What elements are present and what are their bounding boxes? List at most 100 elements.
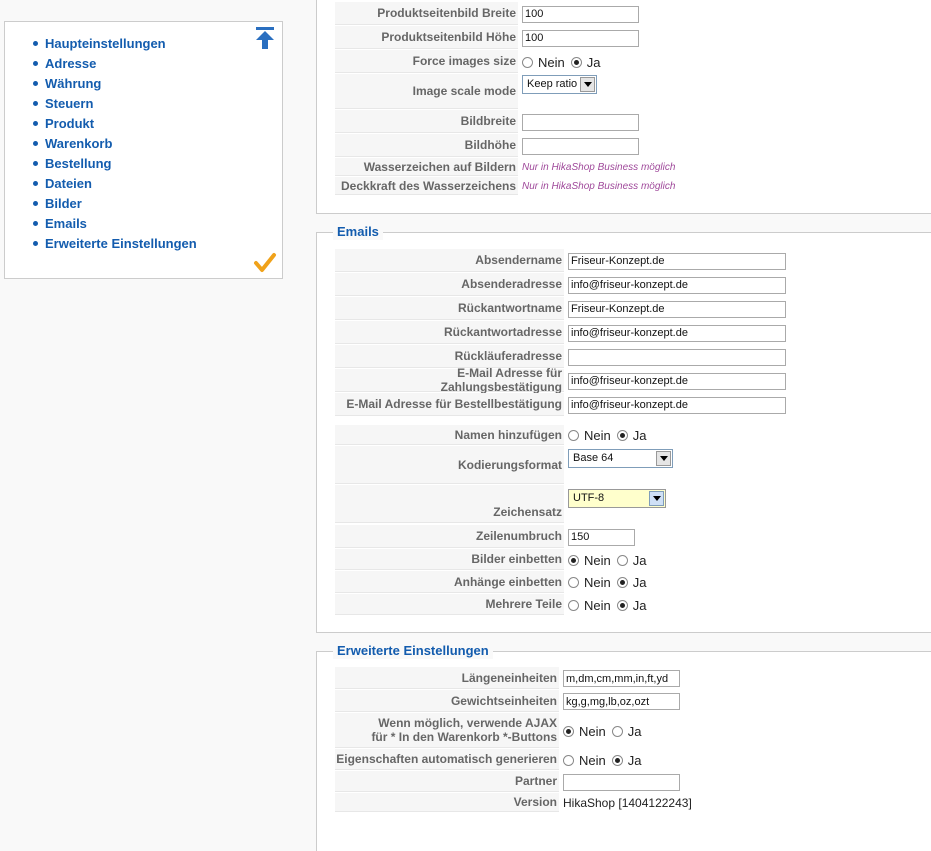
image-height-input[interactable] [522, 137, 639, 155]
field-label: Produktseitenbild Höhe [335, 26, 518, 49]
multiple-parts-yes-radio[interactable]: Ja [616, 598, 646, 613]
radio-label: Nein [579, 723, 606, 739]
row-product-height: Produktseitenbild Höhe [335, 26, 931, 50]
row-order-notification: E-Mail Adresse für Bestellbestätigung [335, 393, 931, 417]
weight-units-input[interactable] [563, 693, 680, 710]
product-height-input[interactable] [522, 29, 639, 47]
embed-attachments-yes-radio[interactable]: Ja [616, 575, 647, 590]
word-wrap-input[interactable] [568, 528, 635, 546]
embed-images-yes-radio[interactable]: Ja [616, 552, 647, 568]
menu-item-waehrung[interactable]: Währung [33, 75, 197, 95]
row-image-width: Bildbreite [335, 110, 931, 134]
charset-select[interactable]: UTF-8 [568, 489, 666, 508]
menu-link[interactable]: Warenkorb [45, 136, 112, 151]
field-label: Namen hinzufügen [335, 425, 564, 445]
business-only-note: Nur in HikaShop Business möglich [522, 181, 676, 192]
partner-input[interactable] [563, 773, 680, 791]
row-length-units: Längeneinheiten [335, 667, 931, 690]
field-label: Mehrere Teile [335, 594, 564, 615]
field-label-line1: Wenn möglich, verwende AJAX [378, 716, 557, 730]
radio-label: Nein [538, 54, 565, 70]
field-label: Rückantwortadresse [335, 321, 564, 344]
field-label: Force images size [335, 50, 518, 73]
field-label: Bilder einbetten [335, 549, 564, 570]
field-label: Anhänge einbetten [335, 571, 564, 593]
radio-label: Nein [579, 752, 606, 768]
radio-circle [522, 56, 533, 68]
radio-label: Ja [632, 552, 647, 568]
embed-images-no-radio[interactable]: Nein [568, 553, 611, 568]
row-force-size: Force images size Nein Ja [335, 50, 931, 74]
radio-circle [616, 599, 628, 611]
menu-item-bestellung[interactable]: Bestellung [33, 155, 197, 175]
radio-label: Ja [627, 752, 642, 768]
multiple-parts-no-radio[interactable]: Nein [568, 598, 611, 613]
radio-label: Ja [586, 54, 601, 70]
menu-item-produkt[interactable]: Produkt [33, 115, 197, 135]
row-reply-name: Rückantwortname [335, 297, 931, 321]
menu-item-bilder[interactable]: Bilder [33, 195, 197, 215]
field-label: Version [335, 793, 559, 812]
row-watermark: Wasserzeichen auf Bildern Nur in HikaSho… [335, 158, 931, 177]
radio-circle [570, 56, 582, 68]
chevron-down-icon [580, 77, 595, 92]
scale-mode-select[interactable]: Keep ratio [522, 75, 597, 94]
menu-item-adresse[interactable]: Adresse [33, 55, 197, 75]
menu-link[interactable]: Produkt [45, 116, 94, 131]
checkmark-icon [254, 253, 276, 272]
menu-item-steuern[interactable]: Steuern [33, 95, 197, 115]
radio-circle [568, 554, 579, 566]
add-names-yes-radio[interactable]: Ja [616, 428, 647, 443]
menu-link[interactable]: Währung [45, 76, 101, 91]
menu-link[interactable]: Haupteinstellungen [45, 36, 166, 51]
menu-link[interactable]: Dateien [45, 176, 92, 191]
radio-circle [611, 754, 623, 766]
radio-label: Ja [632, 575, 647, 590]
image-width-input[interactable] [522, 113, 639, 131]
row-sender-name: Absendername [335, 249, 931, 273]
auto-properties-yes-radio[interactable]: Ja [611, 752, 642, 768]
fieldset-legend: Emails [333, 224, 383, 240]
field-label: Absendername [335, 249, 564, 272]
radio-label: Ja [632, 428, 647, 443]
menu-link[interactable]: Adresse [45, 56, 96, 71]
field-label: E-Mail Adresse für Bestellbestätigung [335, 393, 564, 416]
menu-link[interactable]: Steuern [45, 96, 93, 111]
sender-address-input[interactable] [568, 276, 786, 294]
menu-item-warenkorb[interactable]: Warenkorb [33, 135, 197, 155]
menu-link[interactable]: Bestellung [45, 156, 111, 171]
row-embed-images: Bilder einbetten Nein Ja [335, 549, 931, 571]
force-size-no-radio[interactable]: Nein [522, 55, 565, 70]
ajax-no-radio[interactable]: Nein [563, 724, 606, 739]
bounce-address-input[interactable] [568, 348, 786, 366]
sender-name-input[interactable] [568, 252, 786, 270]
menu-link[interactable]: Bilder [45, 196, 82, 211]
menu-item-erweiterte-einstellungen[interactable]: Erweiterte Einstellungen [33, 235, 197, 255]
radio-circle [563, 725, 574, 737]
bullet-icon [33, 181, 38, 186]
arrow-up-to-top-icon[interactable] [254, 25, 276, 51]
embed-attachments-no-radio[interactable]: Nein [568, 575, 611, 590]
advanced-settings-fieldset: Erweiterte Einstellungen Längeneinheiten… [316, 643, 931, 851]
row-add-names: Namen hinzufügen Nein Ja [335, 425, 931, 446]
product-width-input[interactable] [522, 5, 639, 23]
menu-item-dateien[interactable]: Dateien [33, 175, 197, 195]
encoding-select[interactable]: Base 64 [568, 449, 673, 468]
chevron-down-icon [649, 491, 664, 506]
add-names-no-radio[interactable]: Nein [568, 428, 611, 443]
reply-name-input[interactable] [568, 300, 786, 318]
ajax-yes-radio[interactable]: Ja [611, 724, 641, 739]
field-label: Kodierungsformat [335, 446, 564, 484]
menu-item-haupteinstellungen[interactable]: Haupteinstellungen [33, 35, 197, 55]
reply-address-input[interactable] [568, 324, 786, 342]
force-size-yes-radio[interactable]: Ja [570, 54, 601, 70]
menu-item-emails[interactable]: Emails [33, 215, 197, 235]
field-label: Zeichensatz [335, 485, 564, 523]
payment-notification-input[interactable] [568, 372, 786, 390]
order-notification-input[interactable] [568, 396, 786, 414]
auto-properties-no-radio[interactable]: Nein [563, 753, 606, 768]
menu-link[interactable]: Emails [45, 216, 87, 231]
menu-link[interactable]: Erweiterte Einstellungen [45, 236, 197, 251]
length-units-input[interactable] [563, 670, 680, 687]
row-watermark-opacity: Deckkraft des Wasserzeichens Nur in Hika… [335, 177, 931, 196]
